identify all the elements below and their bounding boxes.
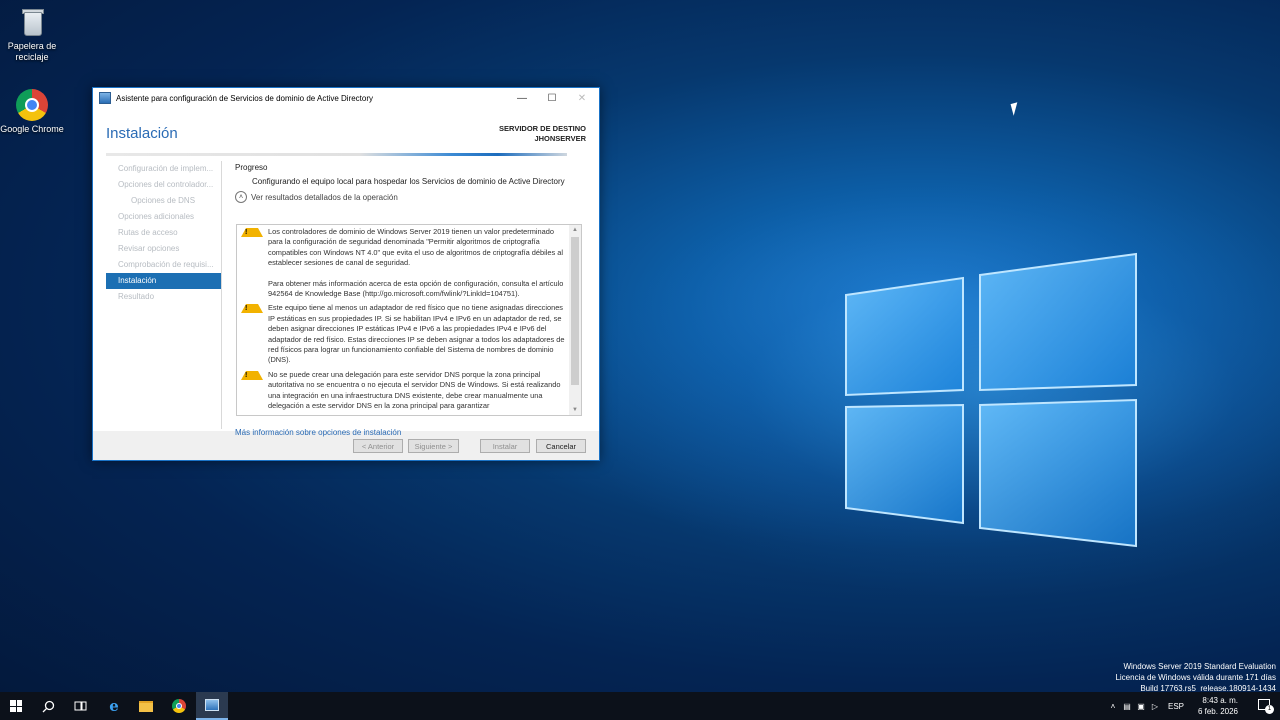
target-server-name: JHONSERVER: [534, 134, 586, 143]
vertical-scrollbar[interactable]: ▲ ▼: [569, 225, 581, 415]
installation-content: Progreso Configurando el equipo local pa…: [235, 163, 585, 203]
desktop-icon-recycle-bin[interactable]: Papelera de reciclaje: [0, 6, 64, 63]
chevron-up-icon[interactable]: ˄: [1106, 702, 1120, 711]
clock[interactable]: 8:43 a. m. 6 feb. 2026: [1198, 695, 1238, 717]
scrollbar-thumb[interactable]: [571, 237, 579, 385]
message-text: Este equipo tiene al menos un adaptador …: [268, 303, 565, 365]
nav-item-paths: Rutas de acceso: [118, 228, 178, 237]
taskbar-chrome[interactable]: [163, 692, 195, 720]
list-item: No se puede crear una delegación para es…: [237, 368, 581, 414]
nav-item-prereq-check: Comprobación de requisi...: [118, 260, 214, 269]
taskbar: e ˄ ▤ ▣ ▷ ESP 8:43 a. m. 6 feb. 2026 1: [0, 692, 1280, 720]
watermark-line: Licencia de Windows válida durante 171 d…: [1115, 673, 1276, 682]
nav-item-deployment-config: Configuración de implem...: [118, 164, 214, 173]
nav-item-review-options: Revisar opciones: [118, 244, 180, 253]
progress-label: Progreso: [235, 163, 268, 172]
clock-time: 8:43 a. m.: [1202, 696, 1238, 705]
nav-item-additional-options: Opciones adicionales: [118, 212, 195, 221]
mouse-cursor: [1010, 102, 1021, 116]
taskbar-server-manager[interactable]: [196, 692, 228, 720]
network-adapter-icon[interactable]: ▤: [1120, 702, 1134, 711]
list-item: Este equipo tiene al menos un adaptador …: [237, 301, 581, 367]
chrome-icon: [172, 699, 186, 713]
network-icon[interactable]: ▣: [1134, 702, 1148, 711]
server-manager-icon: [205, 699, 219, 711]
next-button[interactable]: Siguiente >: [408, 439, 459, 453]
windows-start-icon: [10, 700, 22, 712]
target-server-block: SERVIDOR DE DESTINO JHONSERVER: [499, 124, 586, 144]
list-item: Los controladores de dominio de Windows …: [237, 225, 581, 301]
recycle-bin-icon: [16, 6, 48, 38]
folder-icon: [139, 700, 153, 712]
window-title: Asistente para configuración de Servicio…: [116, 93, 374, 103]
back-button[interactable]: < Anterior: [353, 439, 403, 453]
internet-explorer-icon: e: [109, 697, 119, 715]
volume-muted-icon[interactable]: ▷: [1148, 702, 1162, 711]
window-titlebar[interactable]: Asistente para configuración de Servicio…: [93, 88, 599, 108]
close-button[interactable]: ✕: [567, 88, 597, 108]
notification-badge: 1: [1265, 705, 1274, 714]
start-button[interactable]: [0, 692, 32, 720]
scroll-up-arrow-icon[interactable]: ▲: [569, 225, 581, 235]
details-toggle[interactable]: ˄ Ver resultados detallados de la operac…: [235, 191, 585, 203]
task-view-icon: [74, 701, 86, 711]
message-text: No se puede crear una delegación para es…: [268, 369, 561, 411]
desktop-icon-label: Google Chrome: [0, 124, 64, 134]
maximize-button[interactable]: ☐: [537, 88, 567, 108]
warning-icon: [241, 370, 263, 380]
search-icon: [42, 700, 54, 712]
progress-status: Configurando el equipo local para hosped…: [252, 177, 565, 186]
desktop-icon-label: Papelera de reciclaje: [7, 41, 57, 62]
ad-ds-config-wizard-window: Asistente para configuración de Servicio…: [92, 87, 600, 461]
scroll-down-arrow-icon[interactable]: ▼: [569, 405, 581, 415]
clock-date: 6 feb. 2026: [1197, 707, 1238, 716]
windows-logo-wallpaper: [845, 252, 1137, 548]
nav-item-results: Resultado: [118, 292, 155, 301]
warning-icon: [241, 228, 263, 237]
task-view-button[interactable]: [64, 692, 96, 720]
header-accent-line: [106, 153, 567, 156]
message-text: Para obtener más información acerca de e…: [268, 278, 564, 299]
wizard-body: Instalación SERVIDOR DE DESTINO JHONSERV…: [93, 108, 599, 437]
system-tray: ˄ ▤ ▣ ▷ ESP: [1106, 692, 1184, 720]
desktop-icon-chrome[interactable]: Google Chrome: [0, 89, 64, 135]
wizard-nav: Configuración de implem... Opciones del …: [106, 161, 222, 305]
page-title: Instalación: [106, 125, 178, 142]
details-toggle-label: Ver resultados detallados de la operació…: [251, 192, 398, 202]
install-button[interactable]: Instalar: [480, 439, 530, 453]
language-indicator[interactable]: ESP: [1168, 702, 1184, 711]
nav-item-dc-options: Opciones del controlador...: [118, 180, 214, 189]
minimize-button[interactable]: —: [507, 88, 537, 108]
more-info-link[interactable]: Más información sobre opciones de instal…: [235, 428, 401, 437]
nav-divider: [221, 161, 222, 429]
search-button[interactable]: [32, 692, 64, 720]
chevron-up-icon: ˄: [235, 191, 247, 203]
watermark-line: Windows Server 2019 Standard Evaluation: [1123, 662, 1276, 671]
evaluation-watermark: Windows Server 2019 Standard Evaluation …: [1115, 661, 1276, 694]
operation-results-list[interactable]: Los controladores de dominio de Windows …: [236, 224, 582, 416]
cancel-button[interactable]: Cancelar: [536, 439, 586, 453]
warning-icon: [241, 304, 263, 314]
chrome-icon: [16, 89, 48, 121]
taskbar-ie[interactable]: e: [98, 692, 130, 720]
nav-item-dns-options: Opciones de DNS: [131, 196, 196, 205]
server-manager-icon: [99, 92, 111, 104]
target-server-label: SERVIDOR DE DESTINO: [499, 124, 586, 133]
nav-item-installation: Instalación: [106, 273, 222, 289]
message-text: Los controladores de dominio de Windows …: [268, 227, 563, 268]
taskbar-file-explorer[interactable]: [130, 692, 162, 720]
